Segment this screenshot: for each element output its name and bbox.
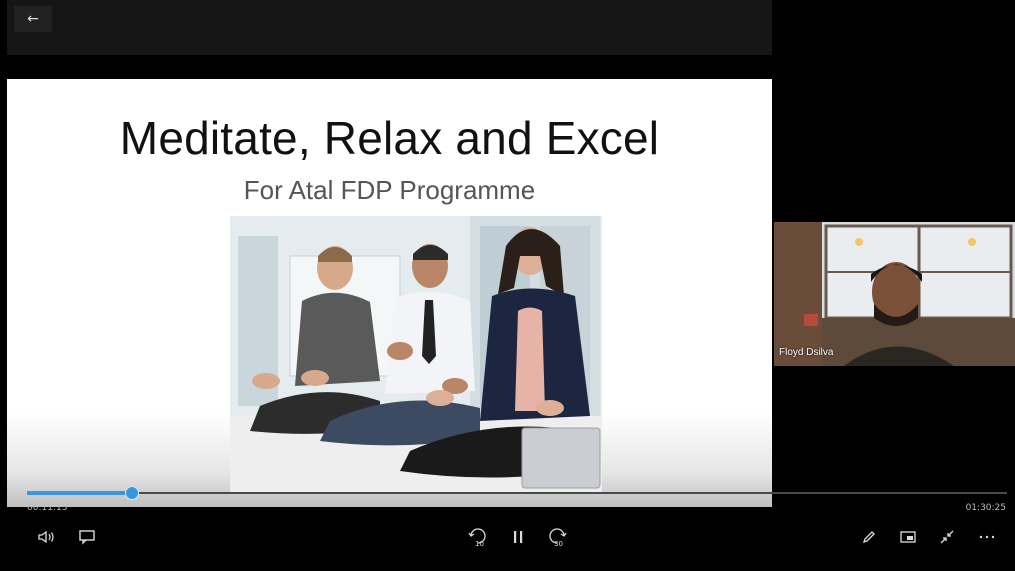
pen-button[interactable] xyxy=(858,524,880,550)
participant-name: Floyd Dsilva xyxy=(779,347,834,358)
seek-bar[interactable] xyxy=(27,492,1007,494)
exit-fullscreen-icon xyxy=(940,530,954,544)
skip-back-10-icon: 10 xyxy=(468,528,486,548)
pause-icon xyxy=(514,531,523,543)
participant-video-illustration xyxy=(774,222,1015,366)
meditation-photo-illustration xyxy=(230,216,602,492)
seek-bar-played xyxy=(27,491,132,495)
arrow-left-icon: ← xyxy=(27,11,39,27)
skip-forward-30-icon: 30 xyxy=(549,528,567,548)
elapsed-time: 00:11:13 xyxy=(27,503,68,513)
more-options-button[interactable] xyxy=(976,524,998,550)
seek-bar-thumb[interactable] xyxy=(125,486,139,500)
skip-back-label: 10 xyxy=(475,540,484,548)
mini-view-icon xyxy=(900,531,916,543)
more-options-icon xyxy=(979,535,995,539)
pen-icon xyxy=(862,531,875,544)
presentation-slide: Meditate, Relax and Excel For Atal FDP P… xyxy=(7,79,772,507)
slide-title: Meditate, Relax and Excel xyxy=(119,112,660,164)
pause-button[interactable] xyxy=(507,524,529,550)
total-duration: 01:30:25 xyxy=(965,503,1006,513)
back-button[interactable]: ← xyxy=(14,6,52,32)
slide-subtitle: For Atal FDP Programme xyxy=(243,175,536,205)
top-bar: ← xyxy=(7,0,772,55)
volume-icon xyxy=(38,530,54,544)
skip-back-button[interactable]: 10 xyxy=(466,524,490,550)
volume-button[interactable] xyxy=(36,524,58,550)
participant-video[interactable]: Floyd Dsilva xyxy=(774,222,1015,366)
mini-view-button[interactable] xyxy=(897,524,919,550)
exit-fullscreen-button[interactable] xyxy=(936,524,958,550)
skip-forward-button[interactable]: 30 xyxy=(545,524,569,550)
slide-photo xyxy=(230,216,602,492)
captions-button[interactable] xyxy=(76,524,98,550)
captions-icon xyxy=(79,530,95,545)
skip-forward-label: 30 xyxy=(554,540,563,548)
